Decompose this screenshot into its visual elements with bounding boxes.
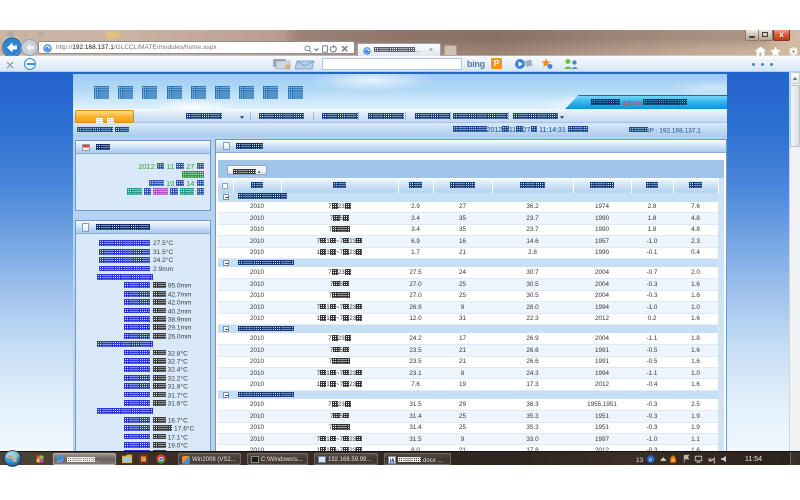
svg-text:e: e xyxy=(649,457,652,463)
svg-text:13: 13 xyxy=(636,457,644,464)
